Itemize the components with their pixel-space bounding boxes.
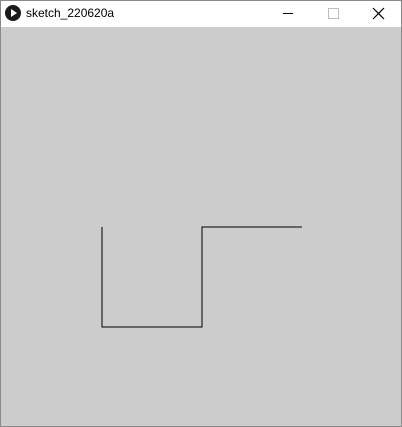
app-window: sketch_220620a [0,0,402,427]
window-title: sketch_220620a [26,6,115,20]
minimize-button[interactable] [265,1,310,26]
minimize-icon [283,13,293,14]
maximize-icon [328,8,339,19]
processing-play-icon [5,5,21,21]
close-icon [372,7,385,20]
sketch-canvas[interactable] [1,27,401,426]
stepped-line [101,226,302,328]
title-bar[interactable]: sketch_220620a [1,1,401,26]
sketch-drawing [101,226,302,328]
maximize-button[interactable] [310,1,355,26]
close-button[interactable] [355,1,400,26]
